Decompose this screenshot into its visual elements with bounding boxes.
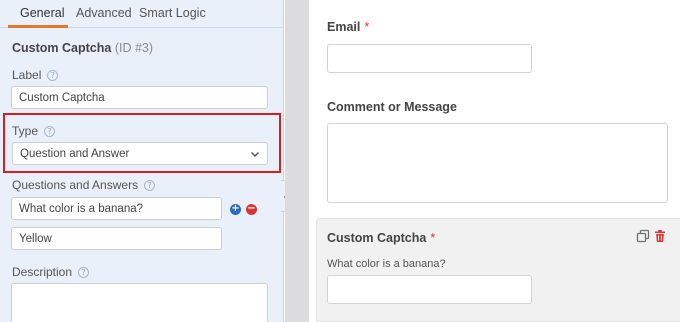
email-label-text: Email [327, 20, 361, 34]
label-input-value: Custom Captcha [19, 92, 105, 104]
captcha-question: What color is a banana? [327, 258, 446, 270]
captcha-label: Custom Captcha * [327, 231, 435, 245]
duplicate-icon[interactable] [636, 229, 650, 243]
label-input[interactable]: Custom Captcha [11, 86, 268, 109]
tab-general[interactable]: General [20, 6, 64, 20]
panel-tabs: General Advanced Smart Logic [0, 0, 284, 28]
email-label: Email * [327, 20, 369, 34]
tab-advanced[interactable]: Advanced [76, 6, 132, 20]
help-icon[interactable]: ? [144, 180, 156, 191]
email-field[interactable] [327, 44, 532, 73]
help-icon[interactable]: ? [78, 267, 90, 278]
label-heading: Label? [12, 68, 59, 82]
qa-title: Questions and Answers [12, 178, 139, 192]
field-options-panel: General Advanced Smart Logic Custom Capt… [0, 0, 284, 322]
question-input-value: What color is a banana? [19, 203, 144, 215]
field-title: Custom Captcha (ID #3) [12, 41, 153, 55]
captcha-label-text: Custom Captcha [327, 231, 427, 245]
remove-icon[interactable]: − [246, 204, 257, 215]
field-name: Custom Captcha [12, 41, 112, 55]
tab-smart-logic[interactable]: Smart Logic [139, 6, 206, 20]
label-title: Label [12, 68, 42, 82]
trash-icon[interactable] [653, 229, 667, 243]
form-preview: Email * Comment or Message Custom Captcha… [309, 0, 680, 322]
answer-input[interactable]: Yellow [11, 227, 222, 250]
add-icon[interactable]: + [230, 204, 241, 215]
field-id: (ID #3) [114, 41, 154, 55]
comment-field[interactable] [327, 123, 668, 203]
help-icon[interactable]: ? [47, 70, 59, 81]
panel-divider [285, 0, 309, 322]
captcha-answer-field[interactable] [327, 275, 532, 304]
required-mark: * [430, 231, 436, 245]
answer-input-value: Yellow [19, 233, 52, 245]
description-textarea[interactable] [11, 283, 268, 322]
question-input[interactable]: What color is a banana? [11, 197, 222, 220]
required-mark: * [364, 20, 370, 34]
description-title: Description [12, 265, 73, 279]
type-highlight-box [3, 113, 281, 173]
description-heading: Description? [12, 265, 90, 279]
active-tab-indicator [8, 25, 68, 28]
comment-label: Comment or Message [327, 100, 457, 114]
qa-heading: Questions and Answers? [12, 178, 156, 192]
